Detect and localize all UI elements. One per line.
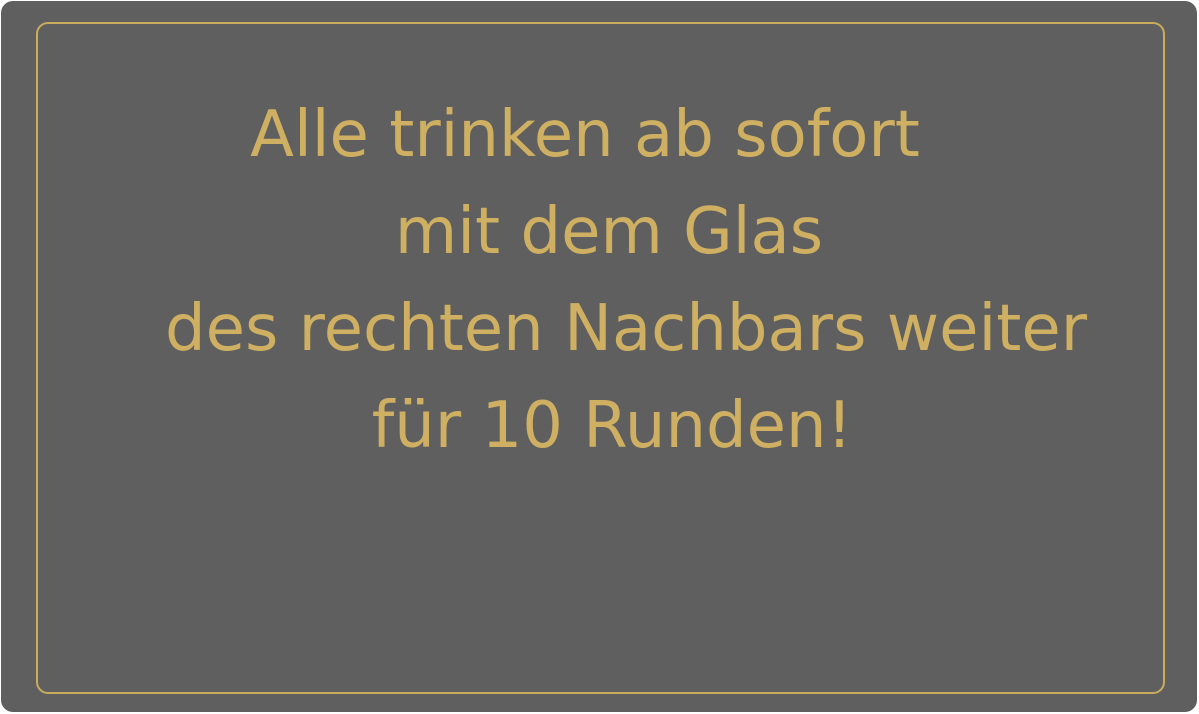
instruction-line-1: Alle trinken ab sofort bbox=[250, 98, 920, 172]
instruction-line-2: mit dem Glas bbox=[394, 195, 824, 269]
game-card: Alle trinken ab sofort mit dem Glas des … bbox=[1, 1, 1197, 712]
instruction-line-3: des rechten Nachbars weiter bbox=[164, 292, 1088, 366]
instruction-line-4: für 10 Runden! bbox=[371, 389, 853, 463]
card-instruction-text: Alle trinken ab sofort mit dem Glas des … bbox=[1, 87, 1197, 475]
